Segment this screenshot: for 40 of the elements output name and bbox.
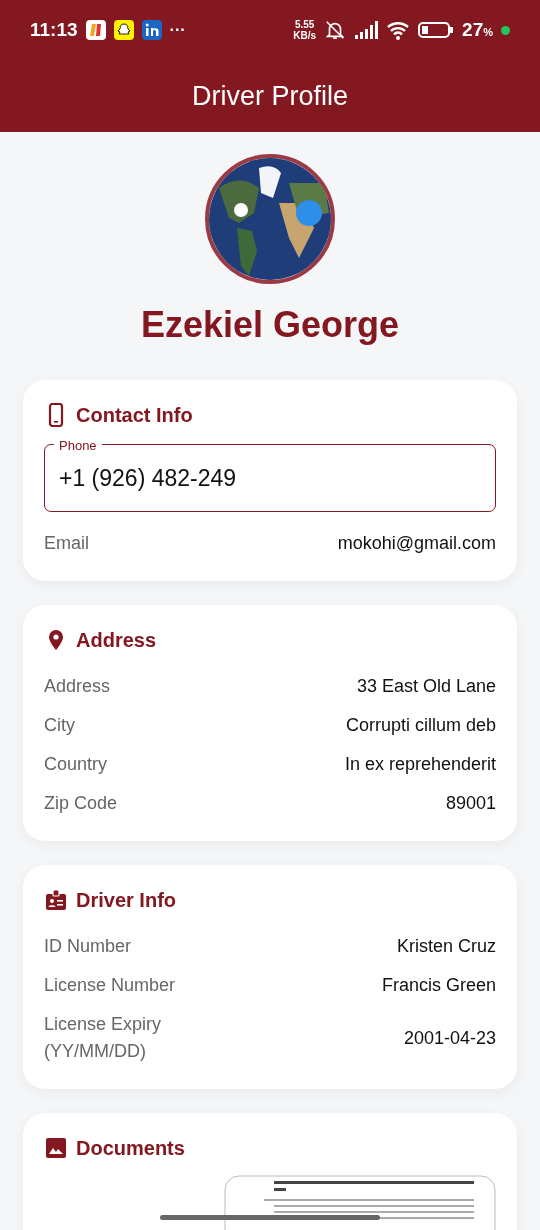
network-app-icon — [141, 20, 162, 40]
signal-icon — [354, 21, 379, 39]
field-value: +1 (926) 482-249 — [59, 463, 237, 493]
image-icon — [44, 1136, 68, 1160]
section-title: Contact Info — [76, 403, 193, 428]
field-label: License Number — [44, 974, 176, 997]
field-value: Kristen Cruz — [396, 935, 496, 958]
field-label: License Expiry (YY/MM/DD) — [44, 1013, 163, 1063]
muted-bell-icon — [324, 19, 347, 41]
clock-time: 11:13 — [30, 17, 78, 42]
field-value: In ex reprehenderit — [344, 753, 496, 776]
field-value: 2001-04-23 — [403, 1026, 496, 1050]
field-value: Corrupti cillum deb — [345, 714, 496, 737]
profile-name: Ezekiel George — [140, 303, 400, 347]
percent-sign: % — [483, 25, 493, 40]
network-speed-unit: KB/s — [293, 30, 317, 41]
field-label: Zip Code — [44, 792, 118, 815]
app-bar-title: Driver Profile — [192, 79, 348, 113]
field-value: 89001 — [445, 792, 496, 815]
battery-percentage: 27 — [462, 17, 484, 42]
status-dot-icon — [501, 25, 510, 35]
section-title: Driver Info — [76, 888, 177, 913]
home-indicator[interactable] — [160, 1215, 380, 1220]
section-title: Address — [76, 628, 157, 653]
field-label: Email — [44, 532, 89, 555]
field-label: Address — [44, 675, 111, 698]
field-value: mokohi@gmail.com — [337, 532, 496, 555]
field-label: City — [44, 714, 75, 737]
field-value: 33 East Old Lane — [356, 675, 496, 698]
field-value: Francis Green — [381, 974, 496, 997]
id-badge-icon — [44, 888, 68, 912]
app-icon — [85, 20, 106, 40]
field-label: Country — [44, 753, 108, 776]
ghost-icon — [113, 20, 134, 40]
more-notifications-icon: ··· — [169, 18, 186, 42]
field-label: ID Number — [44, 935, 132, 958]
wifi-icon — [386, 20, 411, 40]
battery-icon — [418, 21, 455, 39]
network-speed: 5.55 — [293, 19, 316, 30]
section-title: Documents — [76, 1136, 185, 1161]
